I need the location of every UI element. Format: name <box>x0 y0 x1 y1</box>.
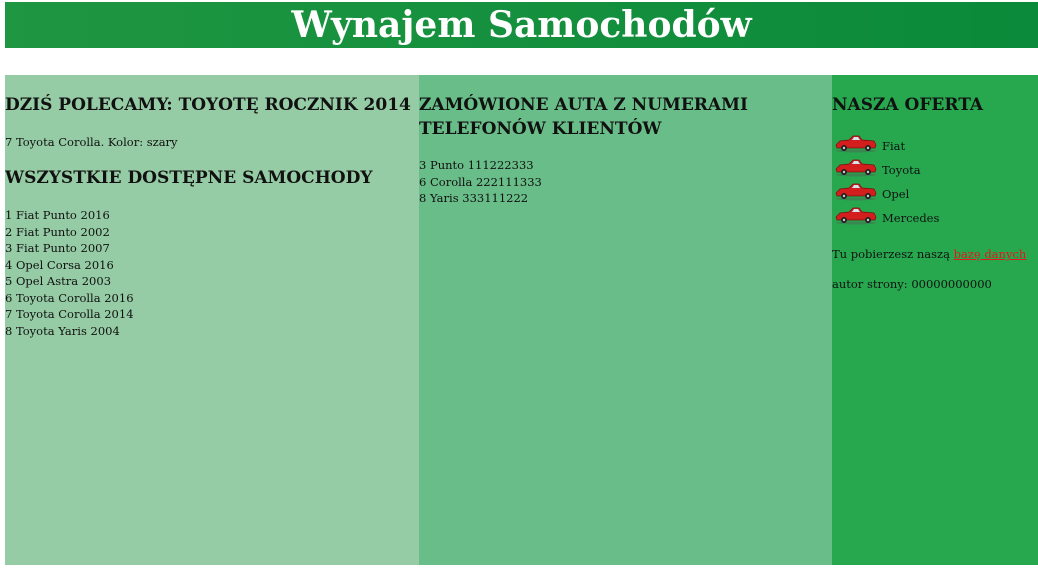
offer-heading: NASZA OFERTA <box>832 95 984 115</box>
orders-list: 3 Punto 111222333 6 Corolla 222111333 8 … <box>419 157 542 207</box>
list-item: 3 Punto 111222333 <box>419 158 534 172</box>
all-cars-heading: WSZYSTKIE DOSTĘPNE SAMOCHODY <box>5 168 373 188</box>
brand-label: Toyota <box>882 163 921 177</box>
orders-heading-line2: TELEFONÓW KLIENTÓW <box>419 119 662 139</box>
list-item: 4 Opel Corsa 2016 <box>5 257 114 272</box>
car-icon <box>835 183 877 201</box>
list-item: 3 Fiat Punto 2007 <box>5 241 110 255</box>
brand-item-mercedes: Mercedes <box>834 203 939 227</box>
car-icon <box>835 159 877 177</box>
list-item: 8 Yaris 333111222 <box>419 191 529 205</box>
brand-label: Mercedes <box>882 211 940 225</box>
all-cars-list: 1 Fiat Punto 2016 2 Fiat Punto 2002 3 Fi… <box>5 207 134 339</box>
list-item: 7 Toyota Corolla 2014 <box>5 307 134 321</box>
middle-panel: ZAMÓWIONE AUTA Z NUMERAMI TELEFONÓW KLIE… <box>419 75 832 565</box>
car-icon <box>835 135 877 153</box>
right-panel: NASZA OFERTA Fiat Toyota Opel Mercedes T… <box>832 75 1038 565</box>
list-item: 6 Toyota Corolla 2016 <box>5 290 134 305</box>
list-item: 8 Toyota Yaris 2004 <box>5 323 120 338</box>
brand-item-toyota: Toyota <box>834 155 939 179</box>
brand-list: Fiat Toyota Opel Mercedes <box>834 131 939 227</box>
brand-item-opel: Opel <box>834 179 939 203</box>
list-item: 1 Fiat Punto 2016 <box>5 208 110 222</box>
left-panel: DZIŚ POLECAMY: TOYOTĘ ROCZNIK 2014 7 Toy… <box>5 75 419 565</box>
list-item: 5 Opel Astra 2003 <box>5 274 112 288</box>
database-download-link[interactable]: bazę danych <box>954 247 1027 261</box>
list-item: 6 Corolla 222111333 <box>419 174 542 189</box>
recommend-text: 7 Toyota Corolla. Kolor: szary <box>5 135 178 149</box>
author-text: autor strony: 00000000000 <box>832 277 992 291</box>
list-item: 2 Fiat Punto 2002 <box>5 224 110 239</box>
brand-label: Fiat <box>882 139 906 153</box>
brand-item-fiat: Fiat <box>834 131 939 155</box>
download-text: Tu pobierzesz naszą <box>832 247 954 261</box>
car-icon <box>835 207 877 225</box>
download-paragraph: Tu pobierzesz naszą bazę danych <box>832 246 1026 263</box>
page-header: Wynajem Samochodów <box>5 2 1038 48</box>
brand-label: Opel <box>882 187 910 201</box>
recommend-heading: DZIŚ POLECAMY: TOYOTĘ ROCZNIK 2014 <box>5 95 411 115</box>
orders-heading: ZAMÓWIONE AUTA Z NUMERAMI TELEFONÓW KLIE… <box>419 93 748 141</box>
orders-heading-line1: ZAMÓWIONE AUTA Z NUMERAMI <box>419 95 748 115</box>
page-title: Wynajem Samochodów <box>291 4 752 46</box>
